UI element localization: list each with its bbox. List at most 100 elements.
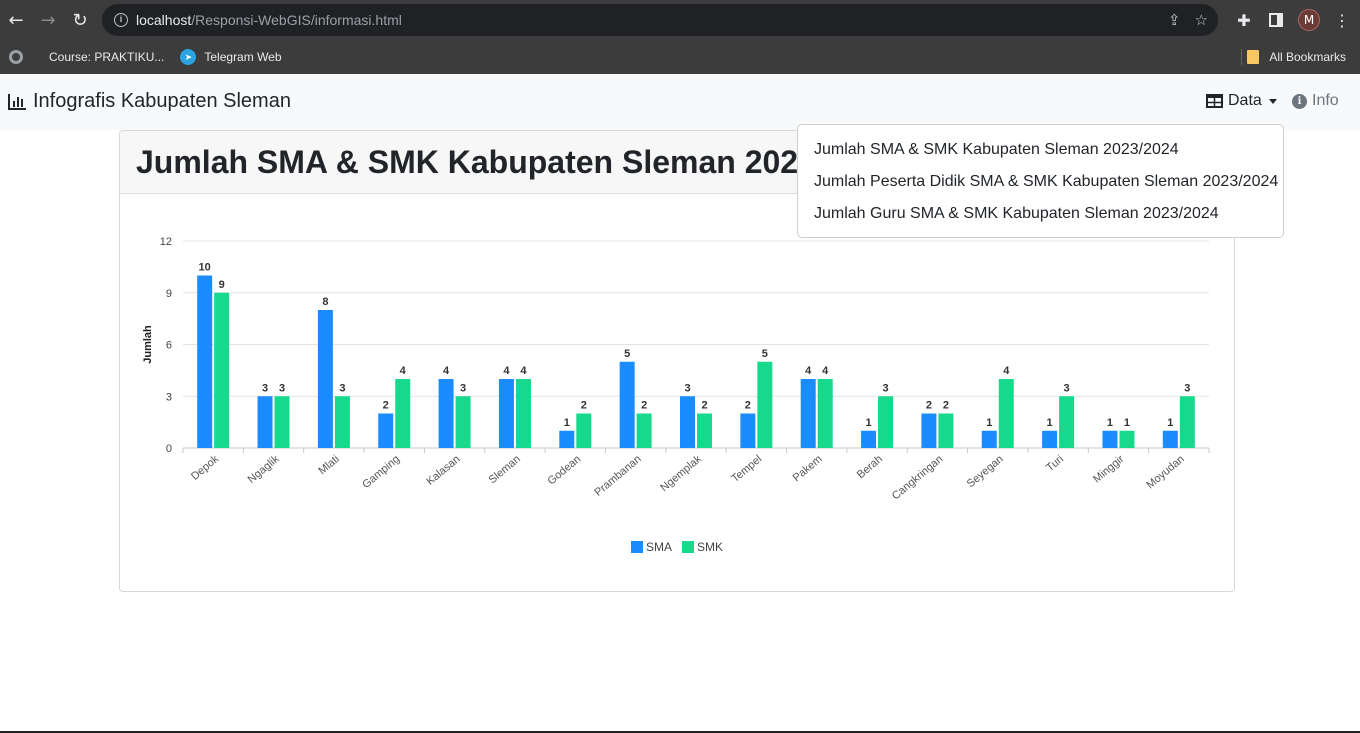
legend-label: SMA <box>646 540 672 554</box>
bookmark-telegram[interactable]: ➤ Telegram Web <box>180 49 282 65</box>
y-tick-label: 6 <box>166 340 172 352</box>
bar-smk <box>1119 430 1135 448</box>
globe-icon <box>9 50 23 64</box>
site-info-icon[interactable]: i <box>114 13 128 27</box>
bar-sma <box>981 430 997 448</box>
data-label: 3 <box>1064 382 1070 394</box>
bar-sma <box>498 379 514 448</box>
data-label: 1 <box>564 417 570 429</box>
data-dropdown-toggle[interactable]: Data <box>1206 92 1277 110</box>
data-label: 2 <box>745 400 751 412</box>
dropdown-item-guru[interactable]: Jumlah Guru SMA & SMK Kabupaten Sleman 2… <box>798 198 1283 230</box>
reload-icon[interactable]: ↻ <box>64 4 96 36</box>
data-label: 3 <box>460 382 466 394</box>
bar-sma <box>378 413 394 448</box>
data-label: 4 <box>822 365 829 377</box>
extensions-icon[interactable]: ✚ <box>1234 10 1254 30</box>
data-label: 3 <box>279 382 285 394</box>
y-tick-label: 3 <box>166 391 172 403</box>
dropdown-item-peserta-didik[interactable]: Jumlah Peserta Didik SMA & SMK Kabupaten… <box>798 166 1283 198</box>
bar-sma <box>317 310 333 448</box>
data-label: 1 <box>1167 417 1173 429</box>
data-label: 1 <box>986 417 992 429</box>
navbar-brand[interactable]: Infografis Kabupaten Sleman <box>7 90 291 113</box>
data-label: 1 <box>1124 417 1130 429</box>
data-label: 1 <box>1047 417 1053 429</box>
bookmarks-bar: Course: PRAKTIKU... ➤ Telegram Web All B… <box>0 40 1360 74</box>
x-tick-label: Sleman <box>487 453 523 486</box>
y-tick-label: 0 <box>166 443 172 455</box>
x-tick-label: Minggir <box>1091 453 1127 486</box>
bar-sma <box>197 275 213 448</box>
data-label: 3 <box>262 382 268 394</box>
x-tick-label: Gamping <box>360 453 402 491</box>
x-tick-label: Prambanan <box>592 453 643 499</box>
bar-sma <box>438 379 454 448</box>
bar-sma <box>1102 430 1118 448</box>
address-bar[interactable]: i localhost/Responsi-WebGIS/informasi.ht… <box>102 4 1218 36</box>
info-link[interactable]: i Info <box>1292 92 1339 110</box>
browser-toolbar: ← → ↻ i localhost/Responsi-WebGIS/inform… <box>0 0 1360 40</box>
bar-smk <box>817 379 833 448</box>
forward-icon[interactable]: → <box>32 4 64 36</box>
telegram-icon: ➤ <box>180 49 197 65</box>
dropdown-item-jumlah-sekolah[interactable]: Jumlah SMA & SMK Kabupaten Sleman 2023/2… <box>798 134 1283 166</box>
url-host: localhost <box>136 12 192 28</box>
legend-swatch-smk <box>682 541 694 553</box>
share-icon[interactable]: ⇪ <box>1168 11 1181 29</box>
bar-smk <box>757 361 773 448</box>
back-icon[interactable]: ← <box>0 4 32 36</box>
data-label: 2 <box>581 400 587 412</box>
bar-sma <box>800 379 816 448</box>
bar-smk <box>1179 396 1195 448</box>
bar-chart: 036912Jumlah109Depok3 3Ngaglik83Mlati24Ga… <box>142 236 1210 554</box>
data-label: 4 <box>520 365 527 377</box>
bar-smk <box>878 396 894 448</box>
data-label: 2 <box>943 400 949 412</box>
bar-smk <box>576 413 592 448</box>
bar-sma <box>1162 430 1178 448</box>
info-circle-icon: i <box>1292 93 1307 109</box>
data-label: 1 <box>1107 417 1113 429</box>
side-panel-icon[interactable] <box>1266 10 1286 30</box>
x-tick-label: Godean <box>546 453 584 487</box>
folder-icon <box>1247 50 1260 64</box>
bar-sma <box>740 413 756 448</box>
profile-avatar[interactable]: M <box>1298 9 1320 31</box>
all-bookmarks-label: All Bookmarks <box>1269 50 1346 64</box>
y-tick-label: 12 <box>160 236 172 248</box>
x-tick-label: Turi <box>1044 453 1066 474</box>
data-label: 9 <box>219 279 225 291</box>
data-label: 5 <box>762 348 768 360</box>
x-tick-label: Mlati <box>316 453 342 477</box>
x-tick-label: Moyudan <box>1144 453 1186 491</box>
menu-kebab-icon[interactable]: ⋮ <box>1332 10 1352 30</box>
data-dropdown-menu: Jumlah SMA & SMK Kabupaten Sleman 2023/2… <box>797 124 1284 238</box>
bar-smk <box>697 413 712 448</box>
bookmark-course[interactable]: Course: PRAKTIKU... <box>9 50 164 64</box>
all-bookmarks[interactable]: All Bookmarks <box>1247 40 1346 74</box>
app-navbar: Infografis Kabupaten Sleman Data i Info <box>0 74 1360 130</box>
data-label: 1 <box>865 417 871 429</box>
data-label: 2 <box>641 400 647 412</box>
data-label: 3 <box>1184 382 1190 394</box>
bar-smk <box>636 413 652 448</box>
bar-sma <box>559 430 575 448</box>
data-label: 4 <box>400 365 407 377</box>
url-path: /Responsi-WebGIS/informasi.html <box>191 12 402 28</box>
bar-smk <box>455 396 471 448</box>
bar-smk <box>395 379 411 448</box>
bar-chart-icon <box>8 93 26 110</box>
bar-sma <box>619 361 635 448</box>
x-tick-label: Pakem <box>791 453 825 484</box>
data-label: 3 <box>882 382 888 394</box>
bar-smk <box>998 379 1014 448</box>
x-tick-label: Cangkringan <box>890 453 945 502</box>
x-tick-label: Seyegan <box>965 453 1006 490</box>
bar-sma <box>257 396 273 448</box>
info-label: Info <box>1312 92 1339 109</box>
bookmark-star-icon[interactable]: ☆ <box>1195 11 1208 29</box>
x-tick-label: Ngaglik <box>246 453 282 486</box>
bar-smk <box>274 396 290 448</box>
bookmark-label: Course: PRAKTIKU... <box>49 50 165 64</box>
